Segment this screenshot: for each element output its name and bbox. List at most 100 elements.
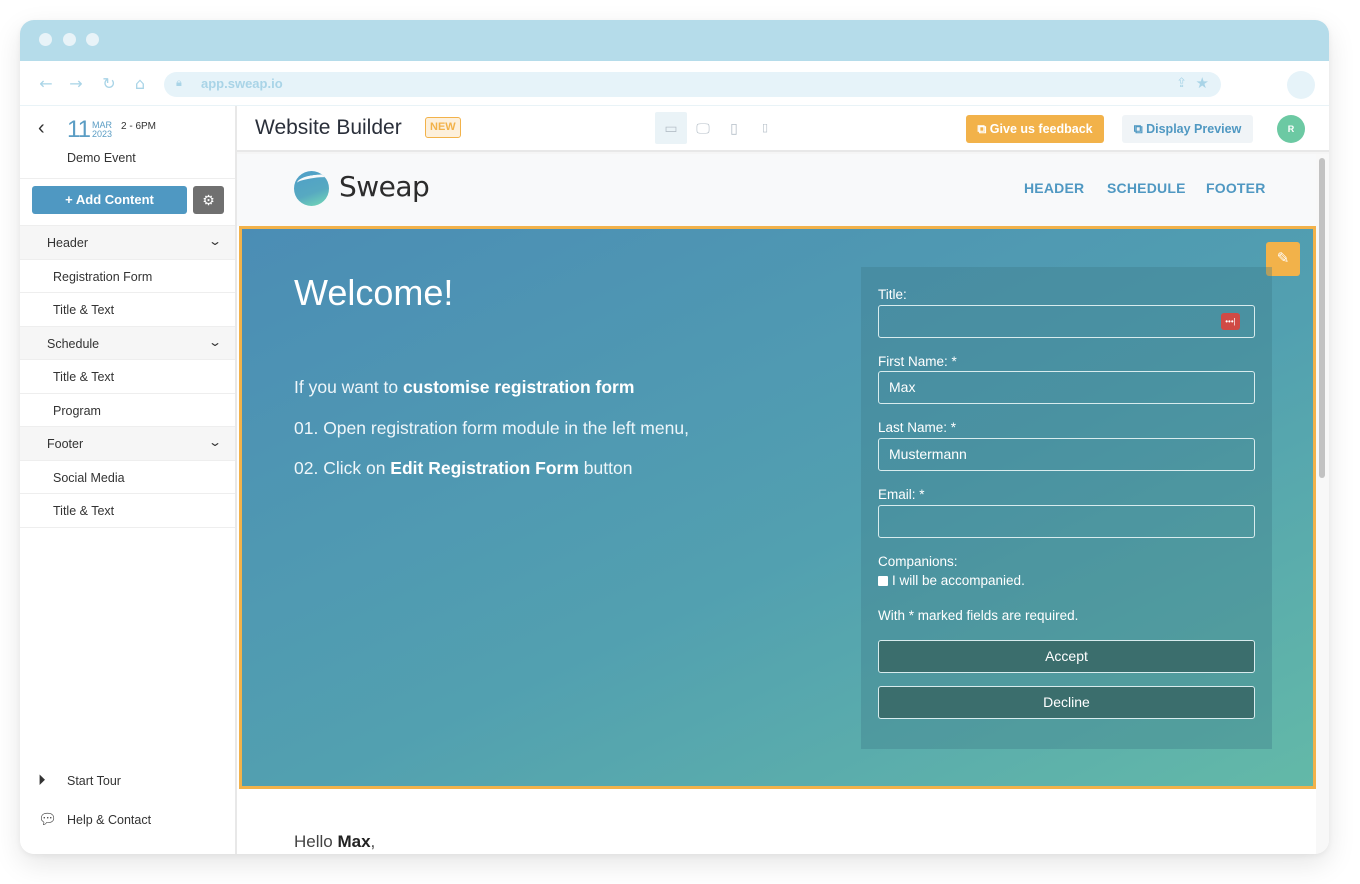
start-tour-label: Start Tour bbox=[67, 774, 121, 788]
event-name: Demo Event bbox=[67, 151, 136, 165]
add-content-button[interactable]: + Add Content bbox=[32, 186, 187, 214]
phone-icon: ▯ bbox=[761, 122, 769, 134]
nav-group-schedule[interactable]: Schedule ⌄ bbox=[20, 326, 235, 360]
star-icon[interactable]: ★ bbox=[1196, 74, 1209, 92]
desktop-view-button[interactable]: 🖵︎ bbox=[687, 112, 719, 144]
tablet-view-button[interactable]: ▯ bbox=[718, 112, 750, 144]
pencil-icon: ✎ bbox=[1276, 250, 1290, 267]
nav-group-label: Header bbox=[47, 236, 88, 250]
password-manager-icon[interactable]: •••| bbox=[1221, 313, 1240, 330]
site-nav-footer[interactable]: FOOTER bbox=[1206, 180, 1266, 196]
text: Hello bbox=[294, 832, 338, 851]
monitor-icon: 🖵︎ bbox=[696, 120, 710, 136]
full-width-view-button[interactable]: ▭ bbox=[655, 112, 687, 144]
gear-icon: ⚙ bbox=[202, 192, 215, 208]
nav-item-program[interactable]: Program bbox=[20, 393, 235, 427]
nav-item-title-text[interactable]: Title & Text bbox=[20, 293, 235, 327]
chevron-left-icon[interactable]: ‹ bbox=[38, 117, 45, 140]
browser-window: ← → ↻ ⌂ 🔒︎ app.sweap.io ⇪ ★ ‹ 11 MAR 202… bbox=[20, 20, 1329, 854]
browser-toolbar: ← → ↻ ⌂ 🔒︎ app.sweap.io ⇪ ★ bbox=[20, 61, 1329, 106]
text: , bbox=[370, 832, 376, 851]
event-time: 2 - 6PM bbox=[121, 121, 157, 132]
lock-icon: 🔒︎ bbox=[176, 76, 182, 89]
companions-checkbox-row[interactable]: I will be accompanied. bbox=[878, 573, 1025, 588]
reload-icon[interactable]: ↻ bbox=[100, 75, 118, 93]
nav-item-social-media[interactable]: Social Media bbox=[20, 460, 235, 494]
first-name-label: First Name: * bbox=[878, 354, 957, 369]
nav-item-label: Title & Text bbox=[53, 504, 115, 518]
site-nav-header[interactable]: HEADER bbox=[1024, 180, 1084, 196]
companions-checkbox[interactable] bbox=[878, 576, 888, 586]
help-contact-label: Help & Contact bbox=[67, 813, 152, 827]
window-close-dot[interactable] bbox=[39, 33, 52, 46]
canvas-scrollbar[interactable] bbox=[1316, 154, 1329, 854]
nav-item-title-text[interactable]: Title & Text bbox=[20, 494, 235, 528]
main-area: Website Builder NEW ▭ 🖵︎ ▯ ▯ ⧉ Give us f… bbox=[237, 106, 1329, 854]
settings-button[interactable]: ⚙ bbox=[193, 186, 224, 214]
hero-instruction-step2: 02. Click on Edit Registration Form butt… bbox=[294, 458, 632, 479]
decline-button[interactable]: Decline bbox=[878, 686, 1255, 719]
arrow-left-icon[interactable]: ← bbox=[37, 75, 55, 93]
title-label: Title: bbox=[878, 287, 907, 302]
hero-instruction-step1: 01. Open registration form module in the… bbox=[294, 418, 689, 438]
give-feedback-button[interactable]: ⧉ Give us feedback bbox=[966, 115, 1104, 143]
site-nav-schedule[interactable]: SCHEDULE bbox=[1107, 180, 1186, 196]
nav-item-label: Title & Text bbox=[53, 303, 115, 317]
nav-group-header[interactable]: Header ⌄ bbox=[20, 226, 235, 260]
hero-heading: Welcome! bbox=[294, 272, 454, 313]
chevron-down-icon[interactable]: ⌄ bbox=[208, 435, 222, 449]
window-maximize-dot[interactable] bbox=[86, 33, 99, 46]
browser-window-icon: ▭ bbox=[664, 120, 678, 136]
email-label: Email: * bbox=[878, 487, 925, 502]
nav-item-label: Social Media bbox=[53, 470, 125, 485]
home-icon[interactable]: ⌂ bbox=[131, 75, 149, 93]
title-input[interactable] bbox=[878, 305, 1255, 338]
registration-form: Title: •••| First Name: * Max Last Name:… bbox=[861, 267, 1272, 749]
email-input[interactable] bbox=[878, 505, 1255, 538]
new-badge: NEW bbox=[425, 117, 461, 138]
chevron-down-icon[interactable]: ⌄ bbox=[208, 335, 222, 349]
external-link-icon: ⧉ bbox=[977, 122, 987, 136]
start-tour-link[interactable]: ⏵ Start Tour bbox=[38, 772, 121, 789]
event-header: ‹ 11 MAR 2023 2 - 6PM Demo Event bbox=[20, 106, 235, 179]
section-nav: Header ⌄ Registration Form Title & Text … bbox=[20, 226, 235, 528]
arrow-right-icon[interactable]: → bbox=[67, 75, 85, 93]
nav-item-title-text[interactable]: Title & Text bbox=[20, 360, 235, 394]
window-minimize-dot[interactable] bbox=[63, 33, 76, 46]
user-avatar[interactable]: R bbox=[1277, 115, 1305, 143]
greeting-name: Max bbox=[337, 832, 371, 851]
nav-group-footer[interactable]: Footer ⌄ bbox=[20, 427, 235, 461]
chat-bubbles-icon: 💬︎ bbox=[38, 811, 58, 828]
display-preview-label: Display Preview bbox=[1146, 122, 1242, 136]
external-link-icon: ⧉ bbox=[1133, 122, 1143, 136]
text: 02. Click on bbox=[294, 458, 391, 478]
help-contact-link[interactable]: 💬︎ Help & Contact bbox=[38, 810, 151, 828]
mobile-view-button[interactable]: ▯ bbox=[749, 112, 781, 144]
sweap-logo-icon bbox=[294, 171, 329, 206]
nav-item-label: Program bbox=[53, 403, 101, 418]
nav-group-label: Footer bbox=[47, 437, 84, 451]
share-icon[interactable]: ⇪ bbox=[1176, 76, 1187, 91]
sidebar-footer: ⏵ Start Tour 💬︎ Help & Contact bbox=[20, 764, 235, 854]
last-name-label: Last Name: * bbox=[878, 420, 957, 435]
give-feedback-label: Give us feedback bbox=[989, 122, 1093, 136]
browser-profile-icon[interactable] bbox=[1287, 71, 1315, 99]
website-canvas: Sweap HEADER SCHEDULE FOOTER ✎ Welcome! … bbox=[237, 154, 1316, 854]
companions-checkbox-label: I will be accompanied. bbox=[892, 573, 1025, 588]
url-bar[interactable]: 🔒︎ app.sweap.io ⇪ ★ bbox=[164, 72, 1221, 97]
tablet-icon: ▯ bbox=[730, 120, 738, 136]
scrollbar-thumb[interactable] bbox=[1319, 158, 1325, 478]
nav-item-registration-form[interactable]: Registration Form bbox=[20, 259, 235, 293]
first-name-input[interactable]: Max bbox=[878, 371, 1255, 404]
last-name-input[interactable]: Mustermann bbox=[878, 438, 1255, 471]
add-content-row: + Add Content ⚙ bbox=[20, 179, 235, 226]
play-circle-icon: ⏵ bbox=[38, 772, 46, 789]
display-preview-button[interactable]: ⧉ Display Preview bbox=[1122, 115, 1253, 143]
accept-button[interactable]: Accept bbox=[878, 640, 1255, 673]
page-title: Website Builder bbox=[255, 116, 402, 139]
hero-section-selected[interactable]: ✎ Welcome! If you want to customise regi… bbox=[239, 226, 1316, 789]
greeting-text: Hello Max, bbox=[294, 832, 375, 852]
sweap-logo-text: Sweap bbox=[339, 170, 430, 203]
app: ‹ 11 MAR 2023 2 - 6PM Demo Event + Add C… bbox=[20, 106, 1329, 854]
chevron-down-icon[interactable]: ⌄ bbox=[208, 234, 222, 248]
